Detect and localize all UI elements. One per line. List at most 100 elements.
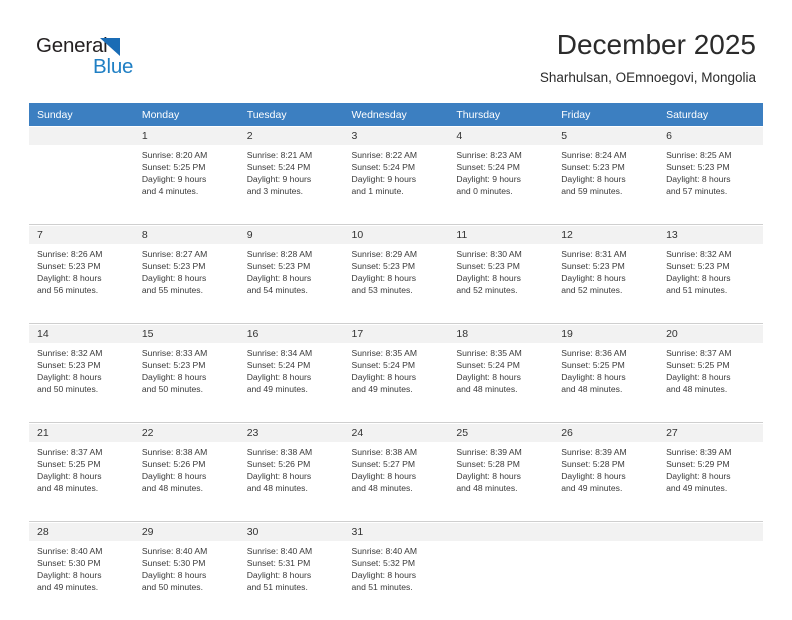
daylight-text-line1: Daylight: 8 hours [561,372,626,383]
week-separator-cell [658,512,763,522]
calendar-header-row: Sunday Monday Tuesday Wednesday Thursday… [29,103,763,126]
calendar-day-cell[interactable]: 27 Sunrise: 8:39 AM Sunset: 5:29 PM Dayligh… [658,423,763,513]
sunset-text: Sunset: 5:27 PM [351,459,416,470]
day-number: 1 [133,127,239,145]
calendar-day-cell[interactable]: 29 Sunrise: 8:40 AM Sunset: 5:30 PM Dayligh… [133,522,239,612]
sunset-text: Sunset: 5:24 PM [351,162,416,173]
week-separator-cell [343,314,449,324]
sunset-text: Sunset: 5:28 PM [561,459,625,470]
week-separator-cell [658,611,763,620]
day-sun-info: Sunrise: 8:32 AM Sunset: 5:23 PM Daylight:… [658,244,763,296]
calendar-day-cell[interactable]: 26 Sunrise: 8:39 AM Sunset: 5:28 PM Dayligh… [553,423,659,513]
daylight-text-line2: and 50 minutes. [141,384,203,395]
daylight-text-line1: Daylight: 8 hours [37,570,102,581]
calendar-day-cell[interactable]: 2 Sunrise: 8:21 AM Sunset: 5:24 PM Daylight… [238,126,344,215]
day-number: 20 [658,325,763,343]
sunset-text: Sunset: 5:23 PM [561,261,625,272]
week-separator-cell [448,215,554,225]
sunset-text: Sunset: 5:23 PM [351,261,416,272]
daylight-text-line1: Daylight: 8 hours [561,174,626,185]
calendar-week-row: 14 Sunrise: 8:32 AM Sunset: 5:23 PM Dayligh… [29,324,763,414]
day-sun-info: Sunrise: 8:40 AM Sunset: 5:30 PM Daylight:… [29,541,134,593]
day-number: 31 [343,523,449,541]
calendar-day-cell[interactable]: 31 Sunrise: 8:40 AM Sunset: 5:32 PM Dayligh… [343,522,449,612]
calendar-day-cell[interactable]: 19 Sunrise: 8:36 AM Sunset: 5:25 PM Dayligh… [553,324,659,414]
calendar-day-cell[interactable]: 16 Sunrise: 8:34 AM Sunset: 5:24 PM Dayligh… [238,324,344,414]
sunset-text: Sunset: 5:25 PM [37,459,101,470]
week-separator-cell [658,413,763,423]
calendar-day-cell[interactable]: 17 Sunrise: 8:35 AM Sunset: 5:24 PM Dayligh… [343,324,449,414]
daylight-text-line2: and 49 minutes. [561,483,623,494]
sunset-text: Sunset: 5:29 PM [666,459,730,470]
sunset-text: Sunset: 5:23 PM [246,261,311,272]
calendar-day-cell[interactable]: 7 Sunrise: 8:26 AM Sunset: 5:23 PM Daylight… [29,225,134,315]
calendar-day-cell[interactable]: 25 Sunrise: 8:39 AM Sunset: 5:28 PM Dayligh… [448,423,554,513]
calendar-day-cell[interactable]: 13 Sunrise: 8:32 AM Sunset: 5:23 PM Dayligh… [658,225,763,315]
week-separator-cell [238,314,344,324]
sunset-text: Sunset: 5:23 PM [561,162,625,173]
daylight-text-line2: and 50 minutes. [37,384,99,395]
sunrise-text: Sunrise: 8:21 AM [246,150,313,160]
day-sun-info: Sunrise: 8:35 AM Sunset: 5:24 PM Daylight:… [448,343,553,395]
daylight-text-line2: and 51 minutes. [666,285,728,296]
calendar-day-cell [658,522,763,612]
day-sun-info: Sunrise: 8:20 AM Sunset: 5:25 PM Daylight:… [134,145,239,197]
calendar-day-cell[interactable]: 3 Sunrise: 8:22 AM Sunset: 5:24 PM Daylight… [343,126,449,215]
sunrise-text: Sunrise: 8:25 AM [666,150,732,160]
daylight-text-line2: and 59 minutes. [561,186,623,197]
sunrise-text: Sunrise: 8:38 AM [141,447,208,457]
daylight-text-line1: Daylight: 8 hours [141,570,207,581]
calendar-day-cell[interactable]: 18 Sunrise: 8:35 AM Sunset: 5:24 PM Dayligh… [448,324,554,414]
sunset-text: Sunset: 5:24 PM [456,162,520,173]
calendar-day-cell[interactable]: 4 Sunrise: 8:23 AM Sunset: 5:24 PM Daylight… [448,126,554,215]
calendar-day-cell[interactable]: 23 Sunrise: 8:38 AM Sunset: 5:26 PM Dayligh… [238,423,344,513]
calendar-day-cell[interactable]: 9 Sunrise: 8:28 AM Sunset: 5:23 PM Daylight… [238,225,344,315]
daylight-text-line2: and 49 minutes. [37,582,99,593]
calendar-day-cell[interactable]: 10 Sunrise: 8:29 AM Sunset: 5:23 PM Dayligh… [343,225,449,315]
daylight-text-line1: Daylight: 8 hours [561,273,626,284]
daylight-text-line2: and 48 minutes. [37,483,99,494]
day-number [29,127,134,145]
sunrise-text: Sunrise: 8:39 AM [456,447,522,457]
daylight-text-line2: and 49 minutes. [666,483,728,494]
logo-triangle-icon [100,38,120,56]
calendar-day-cell[interactable]: 1 Sunrise: 8:20 AM Sunset: 5:25 PM Daylight… [133,126,239,215]
calendar-week-row: 1 Sunrise: 8:20 AM Sunset: 5:25 PM Daylight… [29,126,763,215]
day-sun-info: Sunrise: 8:27 AM Sunset: 5:23 PM Daylight:… [134,244,239,296]
calendar-day-cell[interactable]: 14 Sunrise: 8:32 AM Sunset: 5:23 PM Dayligh… [29,324,134,414]
calendar-day-cell[interactable]: 8 Sunrise: 8:27 AM Sunset: 5:23 PM Daylight… [133,225,239,315]
week-separator-cell [133,314,239,324]
day-sun-info: Sunrise: 8:36 AM Sunset: 5:25 PM Daylight:… [553,343,658,395]
sunrise-text: Sunrise: 8:38 AM [351,447,417,457]
calendar-day-cell[interactable]: 5 Sunrise: 8:24 AM Sunset: 5:23 PM Daylight… [553,126,659,215]
week-separator-cell [133,512,239,522]
week-separator-cell [553,512,659,522]
daylight-text-line2: and 51 minutes. [246,582,308,593]
calendar-day-cell[interactable]: 28 Sunrise: 8:40 AM Sunset: 5:30 PM Dayligh… [29,522,134,612]
calendar-day-cell[interactable]: 30 Sunrise: 8:40 AM Sunset: 5:31 PM Dayligh… [238,522,344,612]
week-separator-cell [238,215,344,225]
calendar-day-cell[interactable]: 11 Sunrise: 8:30 AM Sunset: 5:23 PM Dayligh… [448,225,554,315]
sunrise-text: Sunrise: 8:34 AM [246,348,313,358]
sunset-text: Sunset: 5:31 PM [246,558,311,569]
week-separator-cell [29,413,134,423]
daylight-text-line1: Daylight: 9 hours [456,174,521,185]
week-separator-cell [29,314,134,324]
calendar-day-cell[interactable]: 20 Sunrise: 8:37 AM Sunset: 5:25 PM Dayligh… [658,324,763,414]
calendar-day-cell[interactable]: 6 Sunrise: 8:25 AM Sunset: 5:23 PM Daylight… [658,126,763,215]
calendar-day-cell[interactable]: 24 Sunrise: 8:38 AM Sunset: 5:27 PM Dayligh… [343,423,449,513]
day-number: 29 [133,523,239,541]
day-number: 17 [343,325,449,343]
daylight-text-line2: and 48 minutes. [141,483,203,494]
calendar-day-cell[interactable]: 12 Sunrise: 8:31 AM Sunset: 5:23 PM Dayligh… [553,225,659,315]
sunrise-text: Sunrise: 8:37 AM [37,447,103,457]
calendar-day-cell[interactable]: 21 Sunrise: 8:37 AM Sunset: 5:25 PM Dayligh… [29,423,134,513]
sunrise-text: Sunrise: 8:40 AM [37,546,103,556]
sunset-text: Sunset: 5:26 PM [141,459,206,470]
sunset-text: Sunset: 5:23 PM [456,261,520,272]
calendar-day-cell[interactable]: 15 Sunrise: 8:33 AM Sunset: 5:23 PM Dayligh… [133,324,239,414]
calendar-day-cell[interactable]: 22 Sunrise: 8:38 AM Sunset: 5:26 PM Dayligh… [133,423,239,513]
calendar-week-row: 21 Sunrise: 8:37 AM Sunset: 5:25 PM Dayligh… [29,423,763,513]
general-blue-logo[interactable]: General Blue [36,34,156,80]
daylight-text-line1: Daylight: 8 hours [141,471,207,482]
